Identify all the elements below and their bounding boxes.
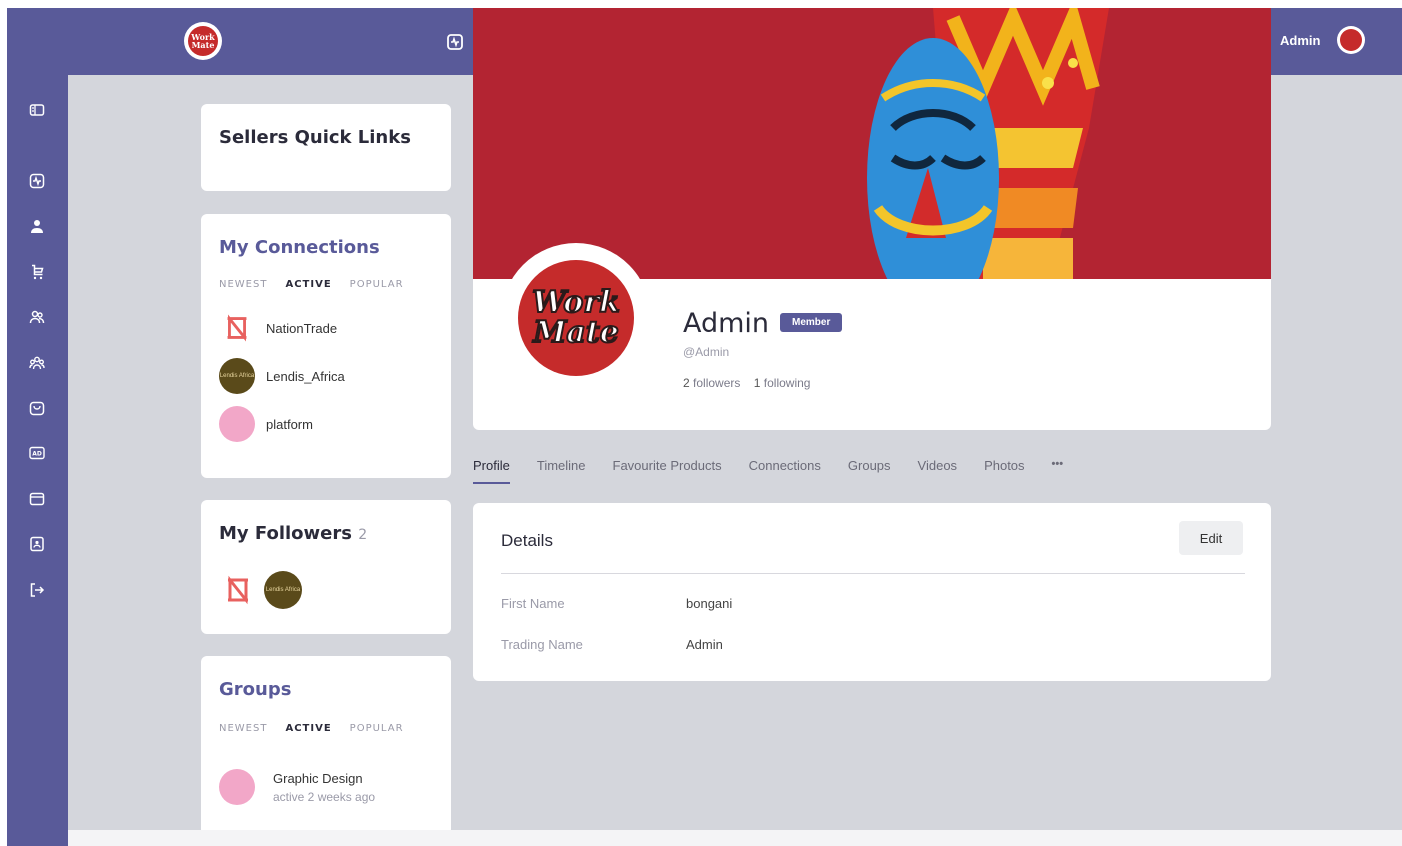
logo-text: Work Mate <box>188 26 218 56</box>
followers-label: followers <box>693 376 741 390</box>
followers-count: 2 <box>358 527 368 543</box>
account-name[interactable]: Admin <box>1280 33 1320 48</box>
connections-tab-active[interactable]: ACTIVE <box>285 279 331 290</box>
platform-avatar <box>219 406 255 442</box>
my-followers-card: My Followers 2 Lendis Africa <box>201 500 451 634</box>
following-label: following <box>763 376 811 390</box>
connections-tab-newest[interactable]: NEWEST <box>219 279 267 290</box>
followers-title-text: My Followers <box>219 523 352 544</box>
group-item[interactable]: Graphic Design active 2 weeks ago <box>219 769 375 805</box>
connection-name: platform <box>266 416 313 432</box>
connections-tab-popular[interactable]: POPULAR <box>350 279 404 290</box>
app-frame: Work Mate AD <box>7 8 1402 846</box>
group-activity: active 2 weeks ago <box>273 789 376 804</box>
details-title: Details <box>501 531 553 550</box>
tab-favourite-products[interactable]: Favourite Products <box>613 458 722 484</box>
connection-name: Lendis_Africa <box>266 368 345 384</box>
profile-avatar[interactable]: Work Mate <box>501 243 651 393</box>
edit-button[interactable]: Edit <box>1179 521 1243 555</box>
sellers-quick-links-card: Sellers Quick Links <box>201 104 451 191</box>
tab-timeline[interactable]: Timeline <box>537 458 586 484</box>
followers-title: My Followers 2 <box>219 523 367 544</box>
panel-toggle-icon[interactable] <box>26 99 48 121</box>
workmate-logo[interactable]: Work Mate <box>184 22 222 60</box>
follow-stats: 2 followers 1 following <box>683 376 810 390</box>
profile-name: Admin <box>683 308 770 339</box>
sidebar-shop-icon[interactable] <box>26 397 48 419</box>
activity-icon[interactable] <box>441 28 469 56</box>
connections-title: My Connections <box>219 237 380 258</box>
profile-tabs: Profile Timeline Favourite Products Conn… <box>473 458 1090 484</box>
footer-strip <box>68 830 1402 846</box>
nationtrade-avatar <box>219 310 255 346</box>
african-mask-illustration <box>867 8 1109 279</box>
trading-name-value: Admin <box>686 637 723 652</box>
trading-name-label: Trading Name <box>501 637 583 652</box>
logout-icon[interactable] <box>26 579 48 601</box>
follower-avatar-lendis-africa[interactable]: Lendis Africa <box>264 571 302 609</box>
sidebar-cart-icon[interactable] <box>26 261 48 283</box>
groups-card: Groups NEWEST ACTIVE POPULAR Graphic Des… <box>201 656 451 835</box>
followers-link[interactable]: 2 followers <box>683 376 740 390</box>
following-link[interactable]: 1 following <box>754 376 811 390</box>
sidebar-user-icon[interactable] <box>26 215 48 237</box>
follower-avatar-nationtrade[interactable] <box>219 571 257 609</box>
profile-handle: @Admin <box>683 345 730 359</box>
groups-filter-tabs: NEWEST ACTIVE POPULAR <box>219 723 422 734</box>
groups-tab-popular[interactable]: POPULAR <box>350 723 404 734</box>
following-number: 1 <box>753 376 761 390</box>
sidebar-group-icon[interactable] <box>26 352 48 374</box>
graphic-design-group-avatar <box>219 769 255 805</box>
member-badge: Member <box>780 313 843 332</box>
followers-number: 2 <box>683 376 690 390</box>
tab-photos[interactable]: Photos <box>984 458 1024 484</box>
details-card: Details Edit First Name bongani Trading … <box>473 503 1271 681</box>
connection-item[interactable]: platform <box>219 406 313 442</box>
profile-avatar-logo: Work Mate <box>518 260 634 376</box>
left-sidebar: AD <box>7 75 68 846</box>
group-name: Graphic Design <box>273 770 363 786</box>
details-divider <box>501 573 1245 574</box>
tab-groups[interactable]: Groups <box>848 458 891 484</box>
connection-name: NationTrade <box>266 320 338 336</box>
sidebar-activity-icon[interactable] <box>26 170 48 192</box>
sidebar-wallet-icon[interactable] <box>26 488 48 510</box>
sidebar-ad-icon[interactable]: AD <box>26 442 48 464</box>
tab-profile[interactable]: Profile <box>473 458 510 484</box>
first-name-value: bongani <box>686 596 733 611</box>
sidebar-id-card-icon[interactable] <box>26 533 48 555</box>
tab-videos[interactable]: Videos <box>918 458 958 484</box>
account-avatar[interactable] <box>1337 26 1365 54</box>
connection-item[interactable]: Lendis Africa Lendis_Africa <box>219 358 345 394</box>
sidebar-connections-icon[interactable] <box>26 306 48 328</box>
sellers-quick-links-title: Sellers Quick Links <box>219 127 411 148</box>
my-connections-card: My Connections NEWEST ACTIVE POPULAR Nat… <box>201 214 451 478</box>
tab-more[interactable]: ••• <box>1052 458 1064 484</box>
connection-item[interactable]: NationTrade <box>219 310 337 346</box>
groups-tab-newest[interactable]: NEWEST <box>219 723 267 734</box>
tab-connections[interactable]: Connections <box>749 458 821 484</box>
connections-filter-tabs: NEWEST ACTIVE POPULAR <box>219 279 422 290</box>
groups-title: Groups <box>219 679 292 700</box>
groups-tab-active[interactable]: ACTIVE <box>285 723 331 734</box>
first-name-label: First Name <box>501 596 565 611</box>
profile-cover-banner <box>473 8 1271 279</box>
svg-text:AD: AD <box>32 451 42 458</box>
lendis-africa-avatar: Lendis Africa <box>219 358 255 394</box>
